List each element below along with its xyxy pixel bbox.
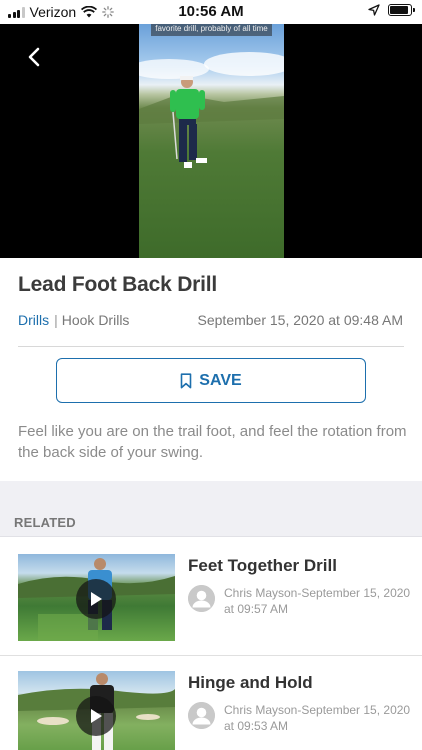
- play-button[interactable]: [76, 696, 116, 736]
- status-time: 10:56 AM: [178, 3, 244, 20]
- save-button[interactable]: SAVE: [56, 358, 366, 403]
- bookmark-icon: [180, 372, 192, 388]
- related-heading: RELATED: [14, 515, 76, 530]
- divider: [18, 346, 404, 347]
- related-item-hinge-and-hold[interactable]: Hinge and Hold Chris Mayson-September 15…: [0, 655, 422, 750]
- related-meta: Chris Mayson-September 15, 2020 at 09:53…: [224, 703, 411, 733]
- avatar: [188, 702, 215, 729]
- battery-icon: [388, 4, 415, 16]
- play-button[interactable]: [76, 579, 116, 619]
- breadcrumb: Drills | Hook Drills: [18, 312, 129, 328]
- related-title[interactable]: Hinge and Hold: [188, 673, 313, 693]
- video-player[interactable]: favorite drill, probably of all time: [0, 24, 422, 258]
- avatar: [188, 585, 215, 612]
- user-avatar-icon: [188, 585, 215, 612]
- save-label: SAVE: [199, 371, 242, 389]
- video-frame[interactable]: favorite drill, probably of all time: [139, 24, 284, 258]
- related-meta: Chris Mayson-September 15, 2020 at 09:57…: [224, 586, 411, 616]
- drill-date: September 15, 2020 at 09:48 AM: [197, 312, 403, 328]
- subcategory-label: Hook Drills: [61, 312, 130, 328]
- related-item-feet-together-drill[interactable]: Feet Together Drill Chris Mayson-Septemb…: [0, 538, 422, 656]
- golfer-figure: [139, 52, 284, 168]
- drill-title: Lead Foot Back Drill: [18, 273, 218, 296]
- drill-description: Feel like you are on the trail foot, and…: [18, 423, 407, 461]
- chevron-left-icon: [28, 47, 40, 67]
- back-button[interactable]: [22, 44, 48, 70]
- category-link[interactable]: Drills: [18, 312, 49, 328]
- breadcrumb-separator: |: [54, 312, 58, 328]
- status-right: [368, 4, 415, 16]
- battery-fill: [390, 6, 408, 14]
- status-bar: Verizon 10:56 AM: [0, 0, 422, 24]
- play-icon: [91, 709, 102, 723]
- related-thumbnail[interactable]: [18, 554, 175, 641]
- related-section-header: RELATED: [0, 481, 422, 537]
- play-icon: [91, 592, 102, 606]
- location-arrow-icon: [368, 4, 380, 16]
- related-title[interactable]: Feet Together Drill: [188, 556, 337, 576]
- user-avatar-icon: [188, 702, 215, 729]
- related-thumbnail[interactable]: [18, 671, 175, 750]
